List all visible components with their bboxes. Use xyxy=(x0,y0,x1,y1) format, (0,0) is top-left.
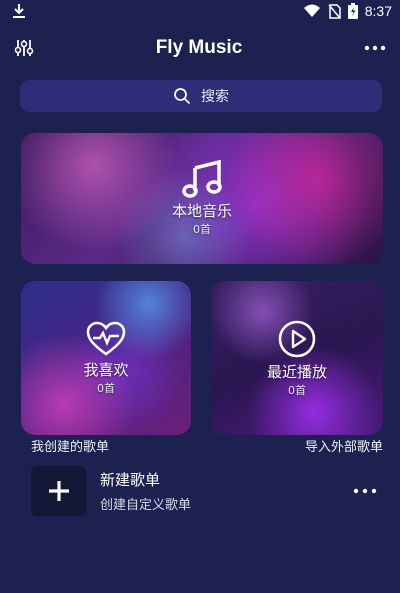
local-music-label: 本地音乐 xyxy=(171,202,232,220)
battery-icon xyxy=(347,3,358,19)
favorites-card[interactable]: 我喜欢 0首 xyxy=(21,281,191,435)
status-indicators: 8:37 xyxy=(303,3,392,19)
wifi-icon xyxy=(303,4,320,17)
favorites-count: 0首 xyxy=(96,381,115,395)
local-music-card[interactable]: 本地音乐 0首 xyxy=(21,133,383,264)
no-sim-icon xyxy=(328,3,341,19)
app-title: Fly Music xyxy=(155,37,243,58)
app-bar: Fly Music xyxy=(0,30,400,66)
status-time: 8:37 xyxy=(364,3,392,19)
plus-icon xyxy=(48,481,69,501)
new-playlist-subtitle: 创建自定义歌单 xyxy=(100,498,192,513)
new-playlist-title: 新建歌单 xyxy=(100,471,161,489)
new-playlist-thumb xyxy=(31,466,86,516)
search-placeholder: 搜索 xyxy=(201,89,229,105)
download-icon xyxy=(13,4,25,18)
search-bar[interactable]: 搜索 xyxy=(20,80,382,112)
recent-label: 最近播放 xyxy=(266,362,327,381)
heart-pulse-icon xyxy=(86,321,126,356)
new-playlist-item[interactable]: 新建歌单 创建自定义歌单 xyxy=(31,466,383,516)
equalizer-icon[interactable] xyxy=(14,39,34,57)
import-playlists-tab[interactable]: 导入外部歌单 xyxy=(305,436,383,455)
favorites-label: 我喜欢 xyxy=(83,360,129,379)
status-bar: 8:37 xyxy=(0,0,400,22)
play-circle-icon xyxy=(278,320,316,357)
search-icon xyxy=(174,88,191,105)
my-playlists-tab[interactable]: 我创建的歌单 xyxy=(31,436,109,455)
recent-count: 0首 xyxy=(287,383,306,397)
playlist-section-header: 我创建的歌单 导入外部歌单 xyxy=(0,436,400,455)
local-music-count: 0首 xyxy=(192,223,211,236)
recent-card[interactable]: 最近播放 0首 xyxy=(211,281,383,435)
more-icon[interactable] xyxy=(364,45,386,51)
music-note-icon xyxy=(182,160,222,198)
playlist-more-icon[interactable] xyxy=(353,488,377,494)
